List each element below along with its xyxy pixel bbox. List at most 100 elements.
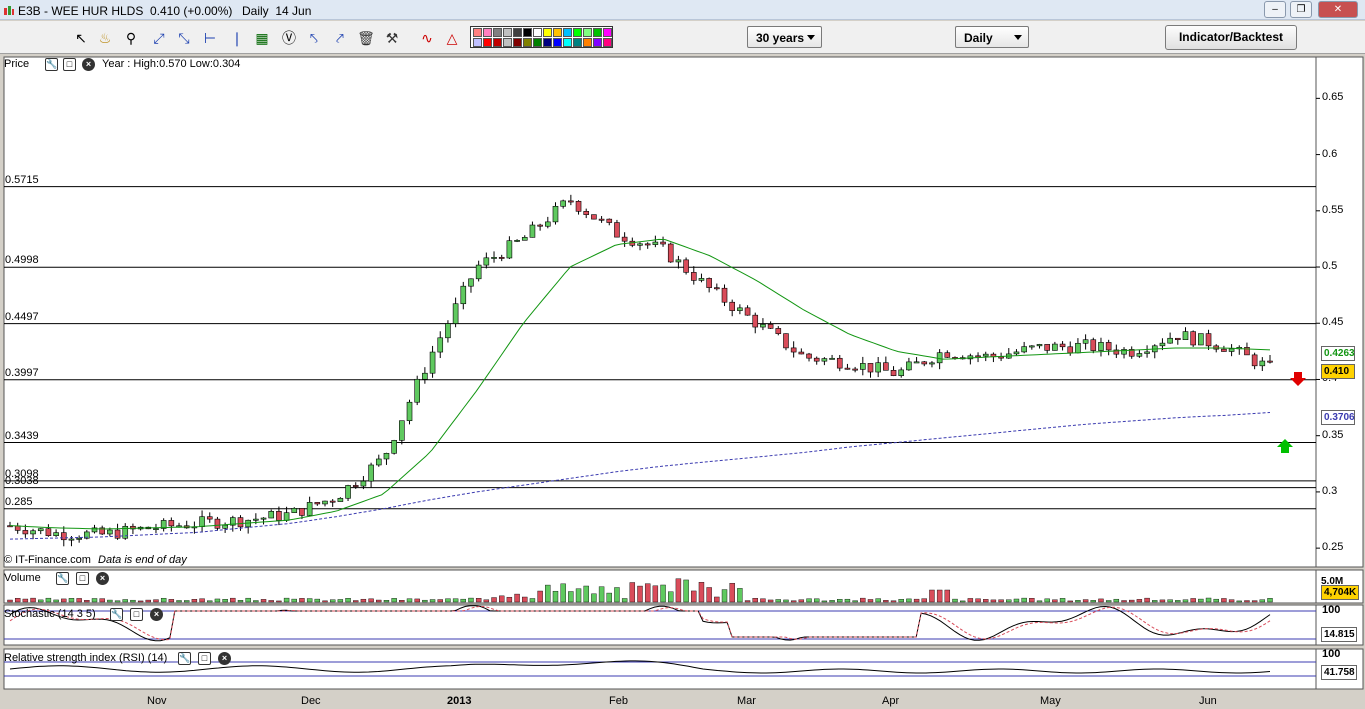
fibonacci-icon[interactable]: ▦ (253, 29, 271, 47)
volume-bar (637, 585, 643, 603)
candle-body (852, 368, 858, 371)
candle-body (1221, 348, 1227, 352)
palette-swatch[interactable] (523, 38, 532, 47)
candle-body (222, 524, 228, 529)
palette-swatch[interactable] (553, 38, 562, 47)
window-icon[interactable]: □ (76, 572, 89, 585)
candle-body (1052, 343, 1058, 351)
close-panel-icon[interactable]: × (218, 652, 231, 665)
palette-swatch[interactable] (473, 28, 482, 37)
candle-body (591, 214, 597, 220)
minimize-button[interactable]: – (1264, 1, 1286, 18)
interval-select[interactable]: Daily (955, 26, 1029, 48)
x-tick-label: Feb (609, 695, 628, 707)
wrench-icon[interactable]: 🔧 (110, 608, 123, 621)
palette-swatch[interactable] (523, 28, 532, 37)
close-button[interactable]: ✕ (1318, 1, 1358, 18)
close-panel-icon[interactable]: × (82, 58, 95, 71)
palette-swatch[interactable] (593, 38, 602, 47)
volume-bar (1067, 600, 1073, 603)
channel-icon[interactable]: ⤣ (305, 29, 323, 47)
candle-body (1013, 351, 1020, 355)
palette-swatch[interactable] (483, 28, 492, 37)
palette-swatch[interactable] (553, 28, 562, 37)
vertical-line-icon[interactable]: ❘ (228, 29, 246, 47)
volume-bar (414, 598, 420, 603)
palette-swatch[interactable] (533, 38, 542, 47)
horizontal-line-icon[interactable]: ⊢ (201, 29, 219, 47)
indicator-backtest-button[interactable]: Indicator/Backtest (1165, 25, 1297, 50)
tools-icon[interactable]: ⚒ (383, 29, 401, 47)
arrow-tool-icon[interactable]: ⤤ (331, 29, 349, 47)
candle-body (898, 369, 905, 376)
wrench-icon[interactable]: 🔧 (45, 58, 58, 71)
palette-swatch[interactable] (493, 38, 502, 47)
volume-plot-area (3, 569, 1317, 604)
close-panel-icon[interactable]: × (96, 572, 109, 585)
alert-bell-icon[interactable]: ♨ (96, 29, 114, 47)
candle-body (729, 301, 735, 311)
palette-swatch[interactable] (513, 38, 522, 47)
wrench-icon[interactable]: 🔧 (56, 572, 69, 585)
palette-swatch[interactable] (493, 28, 502, 37)
volume-bar (1129, 599, 1135, 603)
palette-swatch[interactable] (603, 38, 612, 47)
palette-swatch[interactable] (543, 38, 552, 47)
pattern-icon[interactable]: △ (443, 29, 461, 47)
palette-swatch[interactable] (503, 28, 512, 37)
palette-swatch[interactable] (593, 28, 602, 37)
palette-swatch[interactable] (503, 38, 512, 47)
volume-bar (621, 598, 628, 603)
palette-swatch[interactable] (583, 38, 592, 47)
close-panel-icon[interactable]: × (150, 608, 163, 621)
x-tick-label: May (1040, 695, 1061, 707)
window-icon[interactable]: □ (63, 58, 76, 71)
volume-bar (1105, 600, 1112, 603)
volume-bar (683, 579, 689, 603)
line-tool-icon[interactable]: ⤢ (150, 29, 168, 47)
text-tool-icon[interactable]: Ⓥ (280, 29, 298, 47)
window-icon[interactable]: □ (198, 652, 211, 665)
candle-body (844, 367, 851, 370)
zoom-icon[interactable]: ⚲ (122, 29, 140, 47)
palette-swatch[interactable] (563, 38, 572, 47)
palette-swatch[interactable] (483, 38, 492, 47)
chart-canvas[interactable] (0, 55, 1365, 709)
volume-bar (560, 583, 566, 603)
palette-swatch[interactable] (603, 28, 612, 37)
volume-bar (253, 600, 259, 603)
delete-icon[interactable]: 🗑 (357, 29, 375, 47)
candle-body (936, 352, 943, 364)
volume-bar (45, 597, 52, 603)
palette-swatch[interactable] (513, 28, 522, 37)
palette-swatch[interactable] (473, 38, 482, 47)
year-high-low-info: Year : High:0.570 Low:0.304 (102, 58, 241, 70)
chevron-down-icon (1014, 35, 1022, 40)
color-palette[interactable] (470, 26, 613, 48)
palette-swatch[interactable] (573, 38, 582, 47)
chart-style-icon[interactable]: ∿ (418, 29, 436, 47)
candle-body (721, 287, 728, 303)
palette-swatch[interactable] (533, 28, 542, 37)
volume-bar (160, 597, 167, 603)
pointer-icon[interactable]: ↖ (72, 29, 90, 47)
volume-bar (1213, 598, 1219, 603)
palette-swatch[interactable] (543, 28, 552, 37)
candle-body (1090, 339, 1097, 351)
volume-bar (821, 600, 828, 603)
candle-body (813, 357, 820, 362)
trend-line-icon[interactable]: ⤡ (175, 29, 193, 47)
volume-bar (199, 598, 205, 603)
wrench-icon[interactable]: 🔧 (178, 652, 191, 665)
window-icon[interactable]: □ (130, 608, 143, 621)
volume-bar (583, 585, 589, 603)
volume-bar (629, 582, 636, 603)
palette-swatch[interactable] (583, 28, 592, 37)
data-note: Data is end of day (98, 554, 187, 566)
palette-swatch[interactable] (563, 28, 572, 37)
y-tick-label: 0.55 (1322, 203, 1344, 216)
maximize-button[interactable]: ❐ (1290, 1, 1312, 18)
volume-bar (1098, 598, 1104, 603)
range-select[interactable]: 30 years (747, 26, 822, 48)
palette-swatch[interactable] (573, 28, 582, 37)
